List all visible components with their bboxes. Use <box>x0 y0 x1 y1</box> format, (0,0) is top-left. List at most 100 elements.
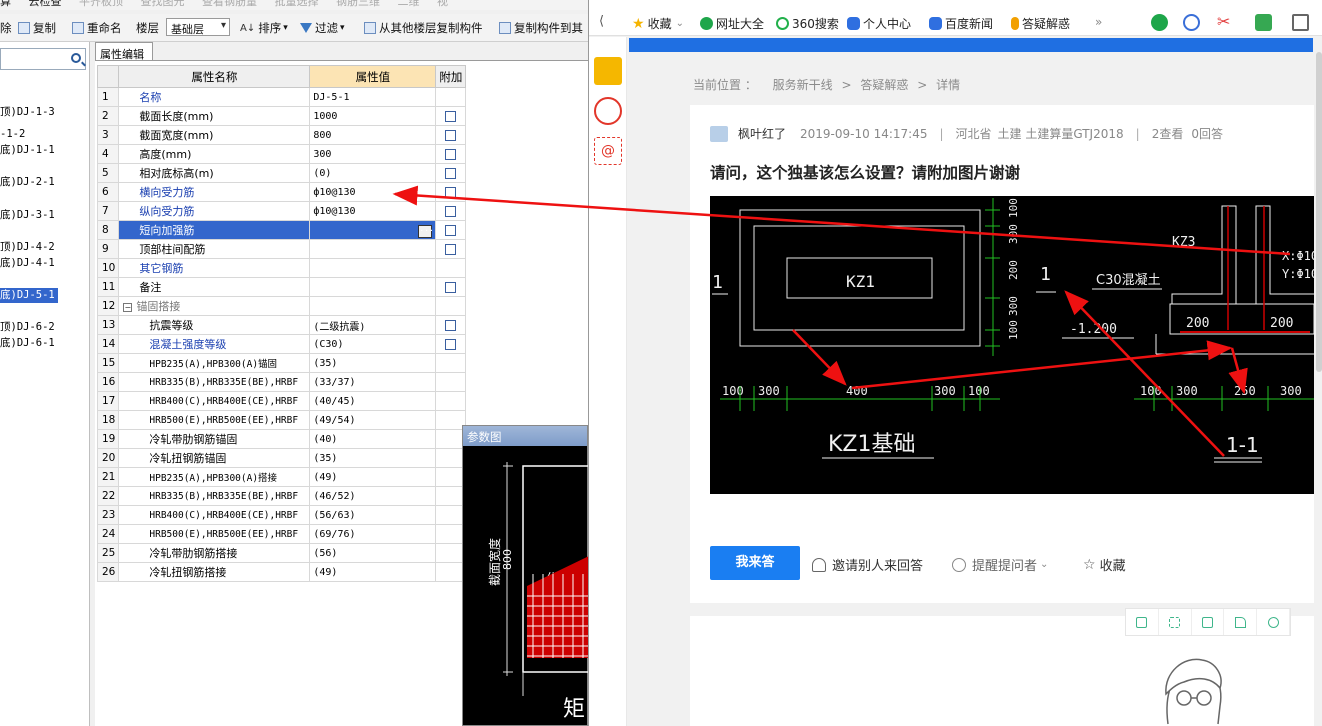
property-value[interactable] <box>309 239 437 259</box>
extra-checkbox[interactable] <box>445 187 457 198</box>
property-row[interactable]: 2 截面长度(mm) 1000 <box>96 106 467 126</box>
component-search-input[interactable] <box>0 48 86 70</box>
breadcrumb-item-service[interactable]: 服务新干线 <box>773 78 833 92</box>
property-value[interactable]: ф10@130 <box>309 182 437 202</box>
search-icon[interactable] <box>71 53 81 63</box>
property-value[interactable]: 1000 <box>309 106 437 126</box>
delete-button[interactable]: 除 <box>0 20 12 36</box>
rename-button[interactable]: 重命名 <box>72 20 122 36</box>
extra-checkbox[interactable] <box>445 130 457 141</box>
tree-item[interactable]: 底)DJ-4-1 <box>0 256 55 271</box>
favorite-button[interactable]: ☆ 收藏 <box>1083 555 1126 575</box>
rebar-3d-button[interactable]: 钢筋三维 <box>336 0 380 9</box>
property-value[interactable]: (49) <box>309 467 437 487</box>
bookmarks-more-button[interactable]: » <box>1095 15 1102 29</box>
property-row[interactable]: 17 HRB400(C),HRB400E(CE),HRBF (40/45) <box>96 391 467 411</box>
parameter-figure-title[interactable]: 参数图 <box>463 426 587 446</box>
invite-answer-button[interactable]: 邀请别人来回答 <box>812 555 923 574</box>
tree-item[interactable]: 底)DJ-5-1 <box>0 288 58 303</box>
extra-checkbox[interactable] <box>445 225 457 236</box>
calc-button[interactable]: 算 <box>0 0 11 9</box>
property-value[interactable]: (35) <box>309 353 437 373</box>
property-row[interactable]: 16 HRB335(B),HRB335E(BE),HRBF (33/37) <box>96 372 467 392</box>
tree-item[interactable]: -1-2 <box>0 127 25 142</box>
collapse-sidebar-icon[interactable]: ⟨ <box>599 14 604 29</box>
copy-to-button[interactable]: 复制构件到其 <box>499 20 583 36</box>
property-row[interactable]: 4 高度(mm) 300 <box>96 144 467 164</box>
property-row[interactable]: 8 短向加强筋 ··· <box>96 220 467 240</box>
tree-item[interactable]: 顶)DJ-6-2 <box>0 320 55 335</box>
bookmark-page-icon[interactable] <box>1126 609 1159 635</box>
batch-select-button[interactable]: 批量选择 <box>275 0 319 9</box>
property-value[interactable]: (33/37) <box>309 372 437 392</box>
property-value[interactable]: (46/52) <box>309 486 437 506</box>
property-value[interactable]: ф10@130 <box>309 201 437 221</box>
copy-button[interactable]: 复制 <box>18 20 56 36</box>
cad-drawing-image[interactable]: KZ1 1 100 300 200 300 100 100 300 400 300 100 10… <box>710 196 1314 494</box>
bookmark-favorites[interactable]: ★ 收藏 ⌄ <box>632 15 684 32</box>
property-row[interactable]: 10 其它钢筋 <box>96 258 467 278</box>
filter-button[interactable]: 过滤 ▾ <box>300 20 345 36</box>
settings-gear-icon[interactable] <box>1257 609 1290 635</box>
minus-circle-icon[interactable] <box>1183 14 1200 31</box>
extra-checkbox[interactable] <box>445 111 457 122</box>
page-scrollbar[interactable] <box>1315 52 1322 726</box>
tree-item[interactable]: 顶)DJ-1-3 <box>0 105 55 120</box>
bookmark-personal-center[interactable]: 个人中心 <box>847 15 911 32</box>
tree-item[interactable]: 底)DJ-6-1 <box>0 336 55 351</box>
tree-item[interactable]: 底)DJ-1-1 <box>0 143 55 158</box>
bookmark-site-nav[interactable]: 网址大全 <box>700 15 764 32</box>
property-row[interactable]: 6 横向受力筋 ф10@130 <box>96 182 467 202</box>
collapse-icon[interactable]: − <box>123 302 133 312</box>
property-row[interactable]: 3 截面宽度(mm) 800 <box>96 125 467 145</box>
property-row[interactable]: 26 冷轧扭钢筋搭接 (49) <box>96 562 467 582</box>
mail-icon[interactable]: @ <box>594 137 622 165</box>
extra-checkbox[interactable] <box>445 339 457 350</box>
property-row[interactable]: 1 名称 DJ-5-1 <box>96 87 467 107</box>
sort-button[interactable]: A↓ 排序 ▾ <box>240 20 288 36</box>
favorites-dock-icon[interactable] <box>594 57 622 85</box>
property-value[interactable]: 800 <box>309 125 437 145</box>
property-value[interactable]: (49) <box>309 562 437 582</box>
property-value[interactable] <box>309 258 437 278</box>
property-value[interactable]: (C30) <box>309 334 437 354</box>
property-row[interactable]: 19 冷轧带肋钢筋锚固 (40) <box>96 429 467 449</box>
property-row[interactable]: 5 相对底标高(m) (0) <box>96 163 467 183</box>
property-value[interactable] <box>309 296 437 316</box>
extra-checkbox[interactable] <box>445 149 457 160</box>
scrollbar-thumb[interactable] <box>1316 52 1322 372</box>
cloud-check-button[interactable]: 云检查 <box>29 0 62 9</box>
bookmark-qa[interactable]: 答疑解惑 <box>1011 15 1070 32</box>
tab-property-edit[interactable]: 属性编辑 <box>95 42 153 61</box>
tree-item[interactable]: 底)DJ-2-1 <box>0 175 55 190</box>
view-button[interactable]: 视 <box>437 0 448 9</box>
extra-checkbox[interactable] <box>445 168 457 179</box>
property-row[interactable]: 20 冷轧扭钢筋锚固 (35) <box>96 448 467 468</box>
property-value[interactable]: DJ-5-1 <box>309 87 437 107</box>
property-row[interactable]: 12− 锚固搭接 <box>96 296 467 316</box>
translate-icon[interactable] <box>1255 14 1272 31</box>
property-value[interactable]: (49/54) <box>309 410 437 430</box>
extension-icon[interactable] <box>1151 14 1168 31</box>
post-author[interactable]: 枫叶红了 <box>738 125 786 142</box>
extra-checkbox[interactable] <box>445 320 457 331</box>
property-value[interactable]: (0) <box>309 163 437 183</box>
property-row[interactable]: 24 HRB500(E),HRB500E(EE),HRBF (69/76) <box>96 524 467 544</box>
property-value[interactable] <box>309 277 437 297</box>
property-value[interactable]: (69/76) <box>309 524 437 544</box>
apps-grid-icon[interactable] <box>1292 14 1309 31</box>
property-value[interactable]: (56) <box>309 543 437 563</box>
bookmark-360-search[interactable]: 360搜索 <box>776 15 839 32</box>
avatar[interactable] <box>710 125 728 142</box>
property-row[interactable]: 11 备注 <box>96 277 467 297</box>
property-value[interactable]: (二级抗震) <box>309 315 437 335</box>
extra-checkbox[interactable] <box>445 244 457 255</box>
share-icon[interactable] <box>1224 609 1258 635</box>
property-row[interactable]: 23 HRB400(C),HRB400E(CE),HRBF (56/63) <box>96 505 467 525</box>
property-value[interactable]: 300 <box>309 144 437 164</box>
view-2d-combo[interactable]: 二维 <box>398 0 420 9</box>
save-icon[interactable] <box>1192 609 1225 635</box>
property-value[interactable]: (40) <box>309 429 437 449</box>
breadcrumb-item-qa[interactable]: 答疑解惑 <box>860 78 908 92</box>
property-row[interactable]: 18 HRB500(E),HRB500E(EE),HRBF (49/54) <box>96 410 467 430</box>
